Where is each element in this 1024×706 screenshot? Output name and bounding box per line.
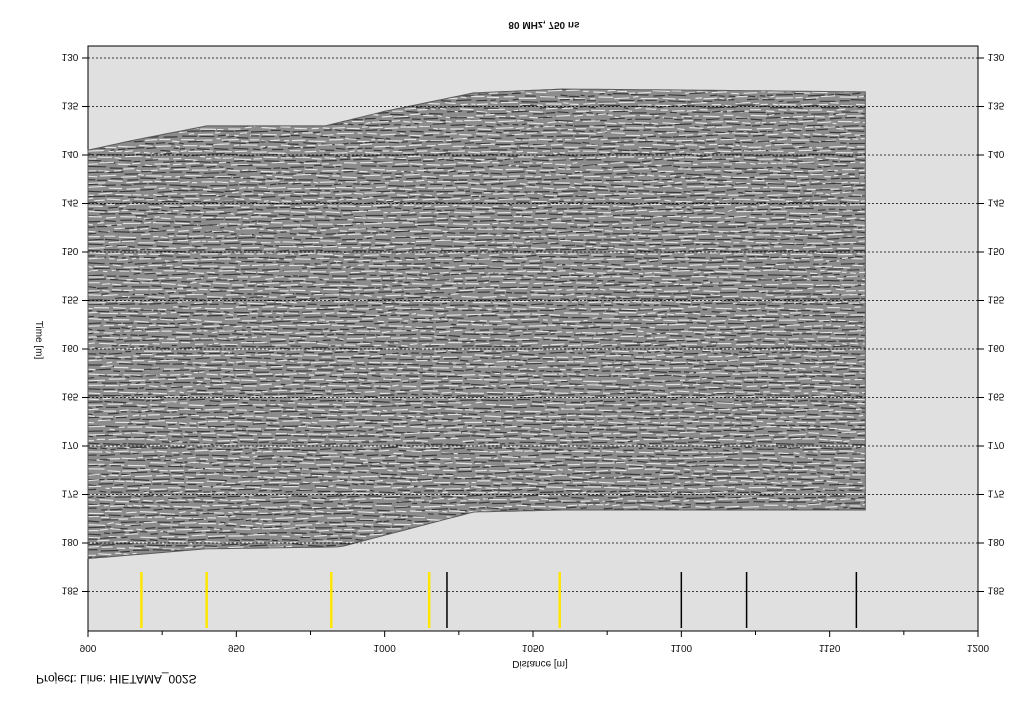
y-tick-label-right: 145 <box>988 197 1005 208</box>
y-tick-label-right: 160 <box>988 342 1005 353</box>
y-tick-label-right: 180 <box>988 536 1005 547</box>
y-tick-label-left: 165 <box>62 391 79 402</box>
y-tick-label-left: 135 <box>62 100 79 111</box>
y-tick-label-left: 150 <box>62 245 79 256</box>
y-tick-label-right: 185 <box>988 585 1005 596</box>
x-axis-title: Distance [m] <box>512 658 568 669</box>
y-tick-label-left: 160 <box>62 342 79 353</box>
line-name: HIETAMA_002S <box>109 672 197 686</box>
y-tick-label-left: 175 <box>62 488 79 499</box>
y-tick-label-left: 130 <box>62 51 79 62</box>
y-tick-label-right: 170 <box>988 439 1005 450</box>
y-tick-label-right: 175 <box>988 488 1005 499</box>
x-tick-label: 1000 <box>374 642 397 653</box>
chart-title: 80 MHz, 750 ns <box>508 19 580 30</box>
project-line-label: Project: Line: HIETAMA_002S <box>36 672 197 686</box>
y-tick-label-left: 185 <box>62 585 79 596</box>
y-tick-label-right: 155 <box>988 294 1005 305</box>
y-tick-label-right: 135 <box>988 100 1005 111</box>
y-tick-label-right: 130 <box>988 51 1005 62</box>
x-tick-label: 950 <box>228 642 245 653</box>
x-tick-label: 900 <box>80 642 97 653</box>
x-tick-label: 1100 <box>671 642 693 653</box>
x-tick-label: 1150 <box>819 642 841 653</box>
project-label: Project: <box>36 672 77 686</box>
y-tick-label-right: 140 <box>988 148 1005 159</box>
y-tick-label-right: 165 <box>988 391 1005 402</box>
y-tick-label-left: 155 <box>62 294 79 305</box>
y-tick-label-left: 170 <box>62 439 79 450</box>
y-tick-label-left: 145 <box>62 197 79 208</box>
y-axis-title: Time [m] <box>33 321 44 360</box>
y-tick-label-left: 180 <box>62 536 79 547</box>
y-tick-label-left: 140 <box>62 148 79 159</box>
x-tick-label: 1050 <box>522 642 545 653</box>
radargram-chart: 80 MHz, 750 ns 130 130 135 135 140 140 145 145 1… <box>33 19 1005 669</box>
x-tick-label: 1200 <box>967 642 990 653</box>
line-label: Line: <box>80 672 107 686</box>
y-tick-label-right: 150 <box>988 245 1005 256</box>
